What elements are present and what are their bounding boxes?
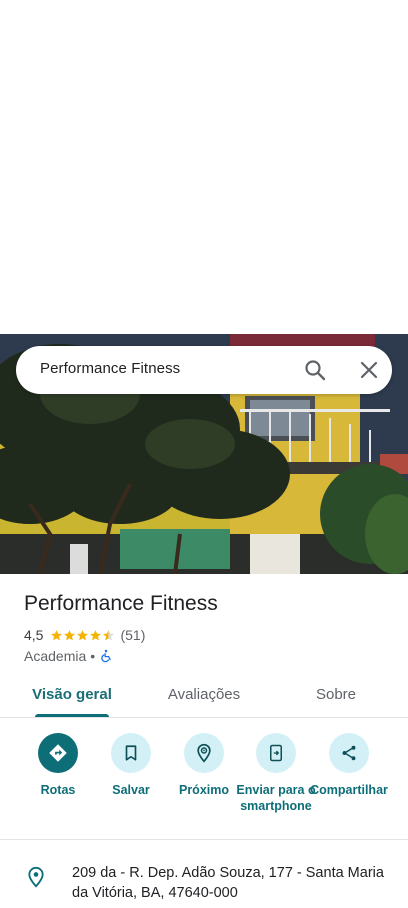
nearby-circle xyxy=(184,733,224,773)
share-circle xyxy=(329,733,369,773)
share-icon xyxy=(342,745,356,761)
star-icon xyxy=(51,629,63,640)
star-icon xyxy=(90,629,102,640)
save-label: Salvar xyxy=(112,783,150,797)
star-icon xyxy=(64,629,76,640)
search-query[interactable]: Performance Fitness xyxy=(40,360,180,377)
category-row: Academia • xyxy=(24,647,113,665)
rating-score: 4,5 xyxy=(24,627,44,643)
place-title: Performance Fitness xyxy=(24,592,218,615)
directions-label: Rotas xyxy=(40,783,76,797)
tab-overview[interactable]: Visão geral xyxy=(28,686,116,706)
send-to-phone-icon xyxy=(270,744,282,762)
place-category: Academia xyxy=(24,648,87,664)
directions-button[interactable]: Rotas xyxy=(18,733,98,798)
rating-stars xyxy=(50,629,115,642)
nearby-button[interactable]: Próximo xyxy=(164,733,244,798)
separator-dot: • xyxy=(90,648,96,664)
save-button[interactable]: Salvar xyxy=(91,733,171,798)
send-to-phone-label: Enviar para o smartphone xyxy=(236,783,316,813)
tabs-divider xyxy=(0,717,408,718)
close-icon[interactable] xyxy=(357,358,381,382)
save-circle xyxy=(111,733,151,773)
nearby-icon xyxy=(197,743,211,763)
tab-about[interactable]: Sobre xyxy=(302,686,370,706)
place-address[interactable]: 209 da - R. Dep. Adão Souza, 177 - Santa… xyxy=(72,863,388,903)
bookmark-icon xyxy=(125,745,137,761)
review-count[interactable]: (51) xyxy=(120,627,145,643)
directions-icon xyxy=(49,744,67,762)
star-half-icon xyxy=(103,629,115,640)
wheelchair-icon xyxy=(101,649,112,663)
search-icon[interactable] xyxy=(303,358,327,382)
send-to-phone-circle xyxy=(256,733,296,773)
share-button[interactable]: Compartilhar xyxy=(309,733,389,798)
send-to-phone-button[interactable]: Enviar para o smartphone xyxy=(236,733,316,814)
star-icon xyxy=(77,629,89,640)
location-pin-icon xyxy=(28,866,44,888)
directions-circle xyxy=(38,733,78,773)
actions-divider xyxy=(0,839,408,840)
search-bar[interactable]: Performance Fitness xyxy=(16,346,392,394)
share-label: Compartilhar xyxy=(310,783,388,797)
map-area-blank xyxy=(0,0,408,334)
tab-reviews[interactable]: Avaliações xyxy=(160,686,248,706)
nearby-label: Próximo xyxy=(178,783,229,797)
rating-row[interactable]: 4,5 (51) xyxy=(24,626,145,644)
